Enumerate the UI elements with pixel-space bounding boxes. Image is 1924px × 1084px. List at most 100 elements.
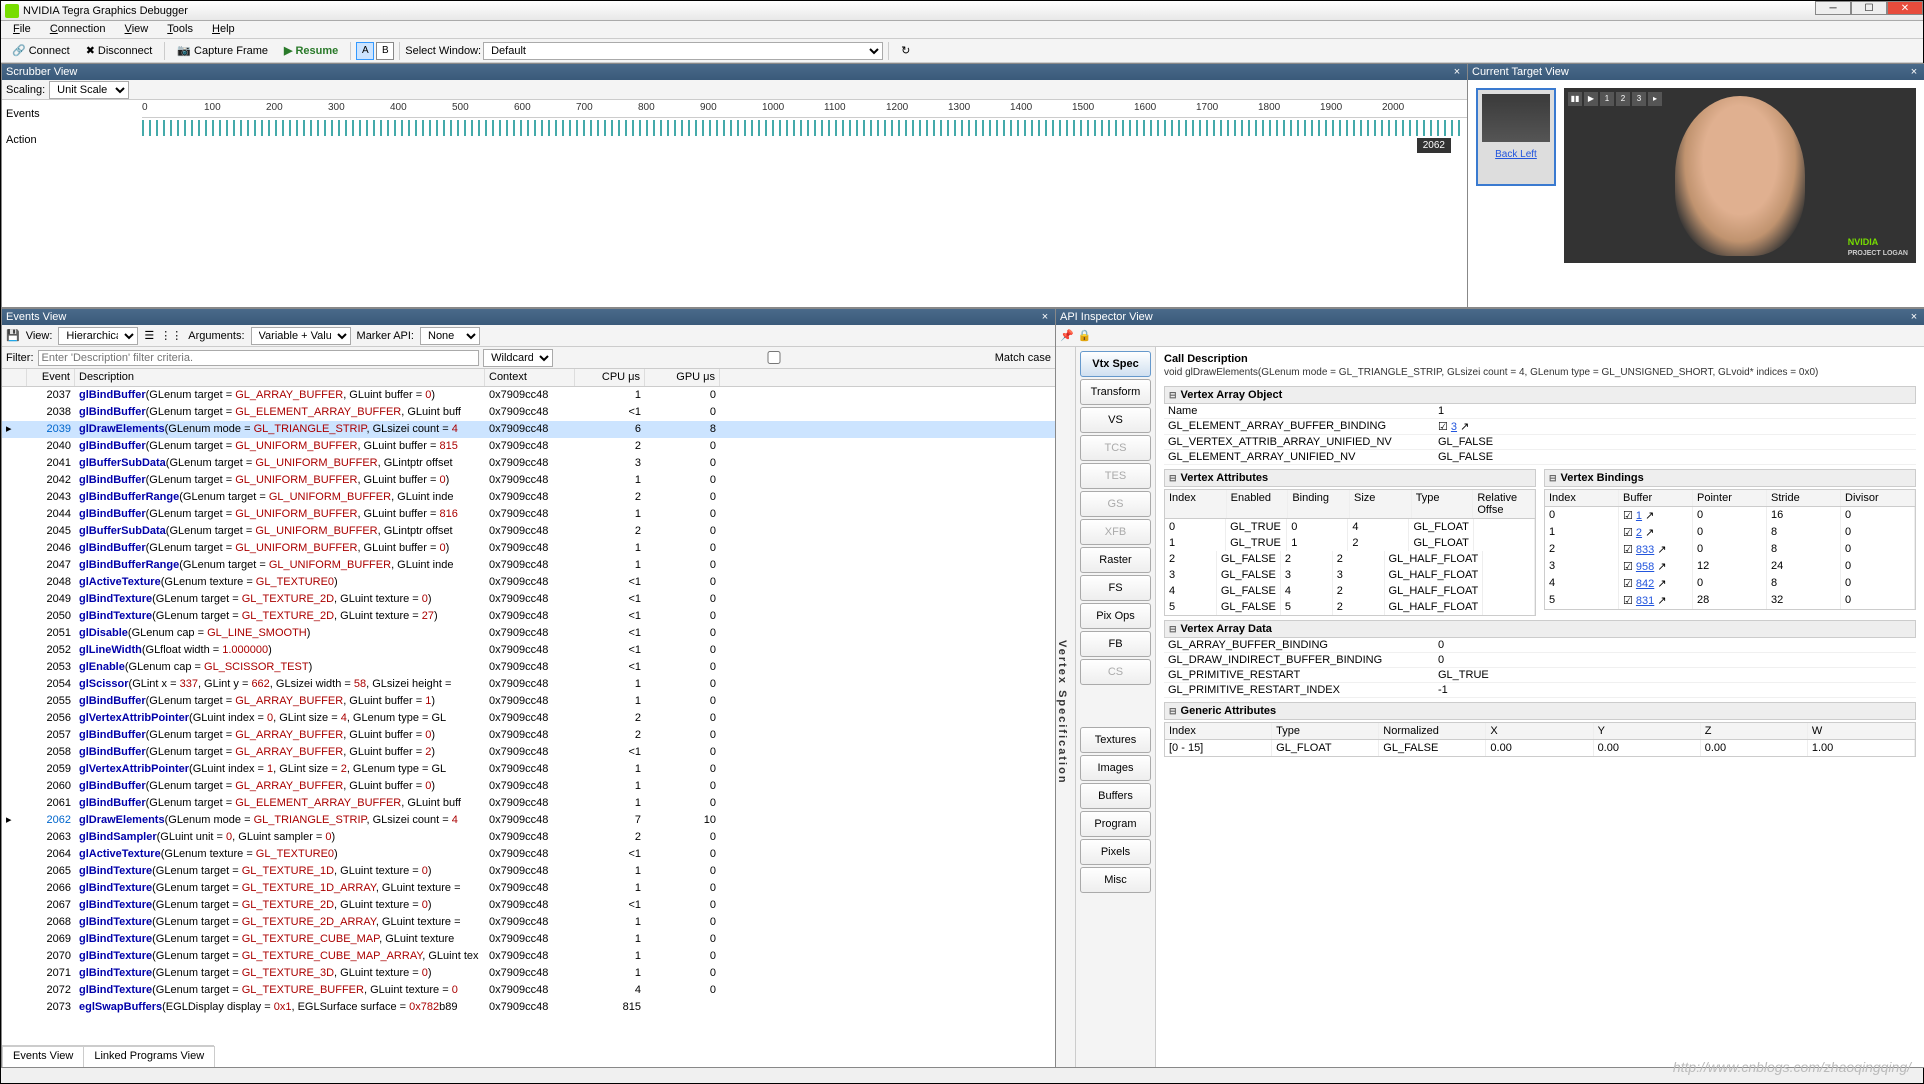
event-row[interactable]: 2051glDisable(GLenum cap = GL_LINE_SMOOT… <box>2 625 1055 642</box>
resume-button[interactable]: ▶ Resume <box>277 41 345 60</box>
generic-attributes-header[interactable]: Generic Attributes <box>1164 702 1916 720</box>
stage-images[interactable]: Images <box>1080 755 1151 781</box>
table-row[interactable]: 1GL_TRUE12GL_FLOAT <box>1165 535 1535 551</box>
connect-button[interactable]: 🔗 Connect <box>5 41 77 60</box>
event-row[interactable]: 2068glBindTexture(GLenum target = GL_TEX… <box>2 914 1055 931</box>
vertex-array-data-header[interactable]: Vertex Array Data <box>1164 620 1916 638</box>
vao-header[interactable]: Vertex Array Object <box>1164 386 1916 404</box>
preview-1-button[interactable]: 1 <box>1600 92 1614 106</box>
marker-api-dropdown[interactable]: None <box>420 327 480 345</box>
stage-fs[interactable]: FS <box>1080 575 1151 601</box>
maximize-button[interactable]: ☐ <box>1851 1 1887 15</box>
table-row[interactable]: 4GL_FALSE42GL_HALF_FLOAT <box>1165 583 1535 599</box>
event-row[interactable]: 2057glBindBuffer(GLenum target = GL_ARRA… <box>2 727 1055 744</box>
scrubber-events-track[interactable] <box>142 120 1463 136</box>
table-row[interactable]: 1☑ 2 ↗080 <box>1545 524 1915 541</box>
tab-linked-programs[interactable]: Linked Programs View <box>83 1046 215 1067</box>
event-row[interactable]: 2054glScissor(GLint x = 337, GLint y = 6… <box>2 676 1055 693</box>
event-row[interactable]: 2067glBindTexture(GLenum target = GL_TEX… <box>2 897 1055 914</box>
mode-a-button[interactable]: A <box>356 42 374 60</box>
event-row[interactable]: 2059glVertexAttribPointer(GLuint index =… <box>2 761 1055 778</box>
stage-pix-ops[interactable]: Pix Ops <box>1080 603 1151 629</box>
event-row[interactable]: 2037glBindBuffer(GLenum target = GL_ARRA… <box>2 387 1055 404</box>
capture-frame-button[interactable]: 📷 Capture Frame <box>170 41 275 60</box>
table-row[interactable]: 5☑ 831 ↗28320 <box>1545 592 1915 609</box>
disconnect-button[interactable]: ✖ Disconnect <box>79 41 160 60</box>
event-row[interactable]: 2072glBindTexture(GLenum target = GL_TEX… <box>2 982 1055 999</box>
event-row[interactable]: 2040glBindBuffer(GLenum target = GL_UNIF… <box>2 438 1055 455</box>
event-row[interactable]: 2041glBufferSubData(GLenum target = GL_U… <box>2 455 1055 472</box>
stage-tcs[interactable]: TCS <box>1080 435 1151 461</box>
scrubber-close-icon[interactable]: × <box>1451 66 1463 78</box>
vertex-attributes-header[interactable]: Vertex Attributes <box>1164 469 1536 487</box>
stage-gs[interactable]: GS <box>1080 491 1151 517</box>
event-row[interactable]: 2063glBindSampler(GLuint unit = 0, GLuin… <box>2 829 1055 846</box>
event-row[interactable]: 2060glBindBuffer(GLenum target = GL_ARRA… <box>2 778 1055 795</box>
stage-vs[interactable]: VS <box>1080 407 1151 433</box>
event-row[interactable]: 2070glBindTexture(GLenum target = GL_TEX… <box>2 948 1055 965</box>
event-row[interactable]: 2050glBindTexture(GLenum target = GL_TEX… <box>2 608 1055 625</box>
events-rows-container[interactable]: 2037glBindBuffer(GLenum target = GL_ARRA… <box>2 387 1055 1049</box>
scaling-dropdown[interactable]: Unit Scale <box>49 81 129 99</box>
select-window-dropdown[interactable]: Default <box>483 42 883 60</box>
minimize-button[interactable]: ─ <box>1815 1 1851 15</box>
table-row[interactable]: 2☑ 833 ↗080 <box>1545 541 1915 558</box>
stage-buffers[interactable]: Buffers <box>1080 783 1151 809</box>
event-row[interactable]: 2043glBindBufferRange(GLenum target = GL… <box>2 489 1055 506</box>
stage-cs[interactable]: CS <box>1080 659 1151 685</box>
stage-raster[interactable]: Raster <box>1080 547 1151 573</box>
filter-input[interactable] <box>38 350 480 366</box>
event-row[interactable]: 2055glBindBuffer(GLenum target = GL_ARRA… <box>2 693 1055 710</box>
view-dropdown[interactable]: Hierarchical <box>58 327 138 345</box>
event-row[interactable]: 2069glBindTexture(GLenum target = GL_TEX… <box>2 931 1055 948</box>
event-row[interactable]: 2053glEnable(GLenum cap = GL_SCISSOR_TES… <box>2 659 1055 676</box>
event-row[interactable]: 2073eglSwapBuffers(EGLDisplay display = … <box>2 999 1055 1016</box>
event-row[interactable]: 2047glBindBufferRange(GLenum target = GL… <box>2 557 1055 574</box>
stage-fb[interactable]: FB <box>1080 631 1151 657</box>
stage-xfb[interactable]: XFB <box>1080 519 1151 545</box>
stage-misc[interactable]: Misc <box>1080 867 1151 893</box>
save-icon[interactable]: 💾 <box>6 329 20 342</box>
table-row[interactable]: 3GL_FALSE33GL_HALF_FLOAT <box>1165 567 1535 583</box>
pin-icon[interactable]: 📌 <box>1060 329 1074 342</box>
event-row[interactable]: 2066glBindTexture(GLenum target = GL_TEX… <box>2 880 1055 897</box>
table-row[interactable]: 4☑ 842 ↗080 <box>1545 575 1915 592</box>
event-row[interactable]: 2061glBindBuffer(GLenum target = GL_ELEM… <box>2 795 1055 812</box>
event-row[interactable]: 2049glBindTexture(GLenum target = GL_TEX… <box>2 591 1055 608</box>
table-row[interactable]: 2GL_FALSE22GL_HALF_FLOAT <box>1165 551 1535 567</box>
event-row[interactable]: 2058glBindBuffer(GLenum target = GL_ARRA… <box>2 744 1055 761</box>
mode-b-button[interactable]: B <box>376 42 394 60</box>
tab-events-view[interactable]: Events View <box>2 1046 84 1067</box>
preview-play-icon[interactable]: ▶ <box>1584 92 1598 106</box>
preview-3-button[interactable]: 3 <box>1632 92 1646 106</box>
stage-tes[interactable]: TES <box>1080 463 1151 489</box>
event-row[interactable]: 2046glBindBuffer(GLenum target = GL_UNIF… <box>2 540 1055 557</box>
preview-2-button[interactable]: 2 <box>1616 92 1630 106</box>
scrubber-ruler[interactable]: 0100200300400500600700800900100011001200… <box>142 100 1467 118</box>
preview-pause-icon[interactable]: ▮▮ <box>1568 92 1582 106</box>
event-row[interactable]: 2052glLineWidth(GLfloat width = 1.000000… <box>2 642 1055 659</box>
refresh-button[interactable]: ↻ <box>894 41 917 60</box>
table-row[interactable]: 5GL_FALSE52GL_HALF_FLOAT <box>1165 599 1535 615</box>
stage-transform[interactable]: Transform <box>1080 379 1151 405</box>
tree-icon[interactable]: ☰ <box>144 329 154 342</box>
menu-view[interactable]: View <box>117 21 157 37</box>
stage-program[interactable]: Program <box>1080 811 1151 837</box>
event-row[interactable]: 2048glActiveTexture(GLenum texture = GL_… <box>2 574 1055 591</box>
stage-pixels[interactable]: Pixels <box>1080 839 1151 865</box>
event-row[interactable]: 2056glVertexAttribPointer(GLuint index =… <box>2 710 1055 727</box>
event-row[interactable]: ▸2062glDrawElements(GLenum mode = GL_TRI… <box>2 812 1055 829</box>
event-row[interactable]: 2038glBindBuffer(GLenum target = GL_ELEM… <box>2 404 1055 421</box>
event-row[interactable]: 2045glBufferSubData(GLenum target = GL_U… <box>2 523 1055 540</box>
menu-file[interactable]: File <box>5 21 39 37</box>
menu-connection[interactable]: Connection <box>42 21 114 37</box>
menu-tools[interactable]: Tools <box>159 21 201 37</box>
menu-help[interactable]: Help <box>204 21 243 37</box>
filter-mode-dropdown[interactable]: Wildcard <box>483 349 553 367</box>
arguments-dropdown[interactable]: Variable + Value <box>251 327 351 345</box>
current-target-close-icon[interactable]: × <box>1908 66 1920 78</box>
event-row[interactable]: 2042glBindBuffer(GLenum target = GL_UNIF… <box>2 472 1055 489</box>
event-row[interactable]: 2064glActiveTexture(GLenum texture = GL_… <box>2 846 1055 863</box>
close-button[interactable]: ✕ <box>1887 1 1923 15</box>
api-inspector-close-icon[interactable]: × <box>1908 311 1920 323</box>
